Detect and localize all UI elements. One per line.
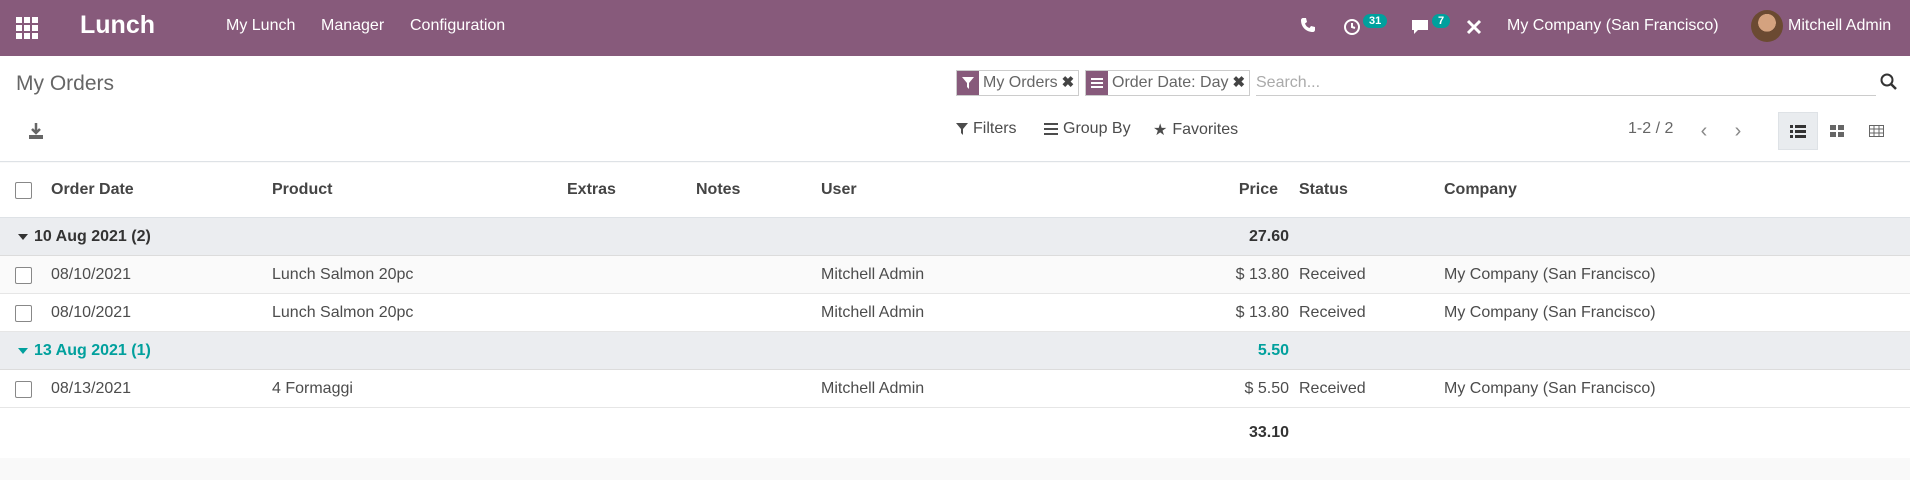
column-order-date[interactable]: Order Date (51, 163, 134, 217)
cell-product: Lunch Salmon 20pc (272, 303, 414, 321)
cell-company: My Company (San Francisco) (1444, 303, 1656, 321)
cell-price: $ 13.80 (1235, 265, 1289, 283)
cell-status: Received (1299, 265, 1366, 283)
column-company[interactable]: Company (1444, 163, 1517, 217)
group-header[interactable]: 10 Aug 2021 (2) (18, 218, 151, 255)
table-icon (1868, 125, 1884, 137)
download-icon[interactable] (28, 122, 44, 140)
search-facet-my-orders: My Orders ✖ (956, 70, 1080, 96)
user-avatar[interactable] (1751, 10, 1783, 42)
cell-user: Mitchell Admin (821, 379, 925, 397)
favorites-label: Favorites (1172, 121, 1239, 138)
column-extras[interactable]: Extras (567, 163, 616, 217)
app-brand[interactable]: Lunch (80, 11, 155, 40)
chat-icon (1412, 20, 1428, 34)
table-row[interactable]: 08/13/2021 4 Formaggi Mitchell Admin $ 5… (0, 370, 1910, 408)
column-status[interactable]: Status (1299, 163, 1348, 217)
select-all-checkbox[interactable] (15, 182, 32, 199)
cell-price: $ 13.80 (1235, 303, 1289, 321)
cell-order-date: 08/10/2021 (51, 303, 132, 321)
pager-previous-icon[interactable]: ‹ (1691, 118, 1717, 144)
debug-tools-icon[interactable] (1465, 18, 1483, 36)
cell-company: My Company (San Francisco) (1444, 379, 1656, 397)
cell-product: 4 Formaggi (272, 379, 353, 397)
filters-button[interactable]: Filters (956, 120, 1017, 138)
pager-value[interactable]: 1-2 / 2 (1628, 120, 1673, 138)
groupby-icon (1086, 71, 1108, 95)
cell-product: Lunch Salmon 20pc (272, 265, 414, 283)
group-label: 10 Aug 2021 (2) (34, 227, 151, 245)
group-total: 27.60 (1248, 227, 1289, 245)
facet-remove-icon[interactable]: ✖ (1232, 71, 1249, 95)
clock-icon (1344, 19, 1360, 35)
table-footer-row: 33.10 (0, 408, 1910, 458)
company-switcher[interactable]: My Company (San Francisco) (1507, 17, 1719, 35)
search-icon[interactable] (1880, 73, 1898, 91)
list-icon (1790, 124, 1806, 138)
table-row[interactable]: 08/10/2021 Lunch Salmon 20pc Mitchell Ad… (0, 294, 1910, 332)
column-price[interactable]: Price (1180, 163, 1278, 217)
table-header-row: Order Date Product Extras Notes User Pri… (0, 163, 1910, 218)
group-total: 5.50 (1257, 341, 1289, 359)
filters-label: Filters (973, 120, 1017, 137)
app-menu-grid-icon[interactable] (16, 17, 38, 39)
user-menu[interactable]: Mitchell Admin (1788, 17, 1891, 35)
caret-down-icon (18, 233, 28, 240)
caret-down-icon (18, 347, 28, 354)
message-count-badge: 7 (1432, 14, 1451, 28)
column-product[interactable]: Product (272, 163, 332, 217)
cell-user: Mitchell Admin (821, 303, 925, 321)
cell-company: My Company (San Francisco) (1444, 265, 1656, 283)
messaging-systray[interactable]: 7 (1410, 14, 1451, 36)
grand-total: 33.10 (1248, 424, 1289, 441)
top-navbar: Lunch My Lunch Manager Configuration 31 … (0, 0, 1910, 56)
group-row[interactable]: 13 Aug 2021 (1) 5.50 (0, 332, 1910, 370)
groupby-button[interactable]: Group By (1044, 120, 1131, 138)
row-checkbox[interactable] (15, 305, 32, 322)
pivot-view-button[interactable] (1856, 112, 1896, 150)
group-header[interactable]: 13 Aug 2021 (1) (18, 332, 151, 369)
cell-user: Mitchell Admin (821, 265, 925, 283)
cell-status: Received (1299, 379, 1366, 397)
facet-label: My Orders (983, 74, 1058, 91)
group-label: 13 Aug 2021 (1) (34, 341, 151, 359)
search-input[interactable] (1256, 70, 1876, 96)
activity-count-badge: 31 (1363, 14, 1388, 28)
cell-order-date: 08/10/2021 (51, 265, 132, 283)
column-notes[interactable]: Notes (696, 163, 740, 217)
orders-list: Order Date Product Extras Notes User Pri… (0, 163, 1910, 458)
favorites-button[interactable]: ★ Favorites (1153, 120, 1238, 140)
table-row[interactable]: 08/10/2021 Lunch Salmon 20pc Mitchell Ad… (0, 256, 1910, 294)
groupby-label: Group By (1063, 120, 1131, 137)
cell-status: Received (1299, 303, 1366, 321)
activity-systray[interactable]: 31 (1343, 14, 1388, 36)
column-user[interactable]: User (821, 163, 857, 217)
kanban-view-button[interactable] (1817, 112, 1857, 150)
phone-icon[interactable] (1300, 17, 1316, 33)
facet-label: Order Date: Day (1112, 74, 1229, 91)
cell-order-date: 08/13/2021 (51, 379, 132, 397)
control-panel: My Orders My Orders ✖ Order Date: Day ✖ … (0, 56, 1910, 162)
menu-my-lunch[interactable]: My Lunch (226, 17, 295, 35)
pager-next-icon[interactable]: › (1725, 118, 1751, 144)
row-checkbox[interactable] (15, 267, 32, 284)
row-checkbox[interactable] (15, 381, 32, 398)
menu-manager[interactable]: Manager (321, 17, 384, 35)
cell-price: $ 5.50 (1244, 379, 1289, 397)
filter-icon (957, 71, 979, 95)
menu-configuration[interactable]: Configuration (410, 17, 505, 35)
page-title: My Orders (16, 72, 115, 95)
group-row[interactable]: 10 Aug 2021 (2) 27.60 (0, 218, 1910, 256)
kanban-icon (1830, 125, 1844, 137)
search-facet-order-date: Order Date: Day ✖ (1085, 70, 1251, 96)
list-view-button[interactable] (1778, 112, 1818, 150)
filter-icon (956, 123, 968, 135)
star-icon: ★ (1153, 122, 1168, 139)
facet-remove-icon[interactable]: ✖ (1062, 71, 1079, 95)
bars-icon (1044, 123, 1058, 135)
